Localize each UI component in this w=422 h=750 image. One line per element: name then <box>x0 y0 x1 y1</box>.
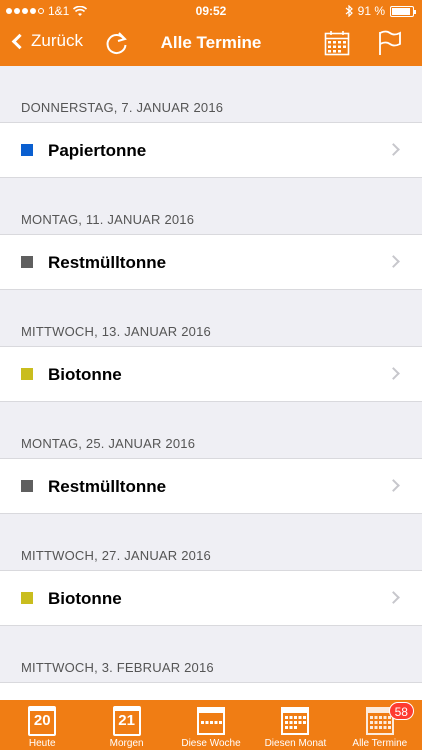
list-section: DONNERSTAG, 7. JANUAR 2016 Papiertonne <box>0 66 422 178</box>
list-section: MITTWOCH, 13. JANUAR 2016 Biotonne <box>0 290 422 402</box>
list-item[interactable]: Biotonne <box>0 570 422 626</box>
status-right: 91 % <box>345 4 416 18</box>
section-header-date: MITTWOCH, 13. JANUAR 2016 <box>21 324 211 339</box>
bin-color-swatch <box>21 480 33 492</box>
item-title: Papiertonne <box>48 141 147 160</box>
battery-percent: 91 % <box>357 4 385 18</box>
battery-fill <box>392 7 411 15</box>
item-title: Biotonne <box>48 365 122 384</box>
section-header-date: MITTWOCH, 3. FEBRUAR 2016 <box>21 660 214 675</box>
chevron-right-icon <box>387 367 400 380</box>
item-title: Restmülltonne <box>48 477 167 496</box>
calendar-day-icon: 21 <box>112 706 141 736</box>
calendar-month-icon <box>281 707 310 735</box>
chevron-right-icon <box>387 143 400 156</box>
list-section: MONTAG, 11. JANUAR 2016 Restmülltonne <box>0 178 422 290</box>
chevron-right-icon <box>387 255 400 268</box>
navigation-bar: Zurück Alle Termine <box>0 22 422 66</box>
tab-diesen-monat[interactable]: Diesen Monat <box>253 700 337 750</box>
list-item[interactable]: Papiertonne <box>0 122 422 178</box>
section-header-date: MITTWOCH, 27. JANUAR 2016 <box>21 548 211 563</box>
back-button[interactable]: Zurück <box>10 31 83 51</box>
chevron-right-icon <box>387 479 400 492</box>
tab-diese-woche[interactable]: Diese Woche <box>169 700 253 750</box>
back-label: Zurück <box>31 31 83 50</box>
item-title: Biotonne <box>48 589 122 608</box>
tab-label: Morgen <box>109 738 144 749</box>
battery-icon <box>390 5 416 17</box>
section-header-date: MONTAG, 11. JANUAR 2016 <box>21 212 195 227</box>
tab-bar: 20 Heute 21 Morgen Diese Woche Diesen Mo… <box>0 700 422 750</box>
list-section: MITTWOCH, 27. JANUAR 2016 Biotonne <box>0 514 422 626</box>
list-item[interactable]: Restmülltonne <box>0 234 422 290</box>
bin-color-swatch <box>21 256 33 268</box>
tab-morgen[interactable]: 21 Morgen <box>84 700 168 750</box>
tab-alle-termine[interactable]: 58 Alle Termine <box>338 700 422 750</box>
status-bar: 1&1 09:52 91 % <box>0 0 422 22</box>
top-bar: 1&1 09:52 91 % Zurück Alle Termine <box>0 0 422 66</box>
list-section: MONTAG, 25. JANUAR 2016 Restmülltonne <box>0 402 422 514</box>
section-header-date: DONNERSTAG, 7. JANUAR 2016 <box>21 100 224 115</box>
list-item[interactable]: Biotonne <box>0 346 422 402</box>
calendar-week-icon <box>197 707 226 735</box>
section-header-date: MONTAG, 25. JANUAR 2016 <box>21 436 196 451</box>
appointment-list[interactable]: DONNERSTAG, 7. JANUAR 2016 Papiertonne M… <box>0 66 422 700</box>
chevron-left-icon <box>11 33 28 49</box>
list-item[interactable]: Restmülltonne <box>0 458 422 514</box>
refresh-icon[interactable] <box>104 30 130 56</box>
chevron-right-icon <box>387 591 400 604</box>
list-item[interactable] <box>0 682 422 700</box>
tab-heute[interactable]: 20 Heute <box>0 700 84 750</box>
tab-label: Alle Termine <box>352 738 408 749</box>
bin-color-swatch <box>21 144 33 156</box>
notification-badge: 58 <box>388 702 414 720</box>
bin-color-swatch <box>21 592 33 604</box>
tab-label: Heute <box>28 738 56 749</box>
tab-label: Diesen Monat <box>264 738 327 749</box>
calendar-icon[interactable] <box>324 30 350 56</box>
bin-color-swatch <box>21 368 33 380</box>
item-title: Restmülltonne <box>48 253 167 272</box>
list-section: MITTWOCH, 3. FEBRUAR 2016 <box>0 626 422 700</box>
tab-label: Diese Woche <box>181 738 241 749</box>
calendar-day-icon: 20 <box>28 706 57 736</box>
bluetooth-icon <box>345 5 353 17</box>
flag-icon[interactable] <box>378 30 402 56</box>
